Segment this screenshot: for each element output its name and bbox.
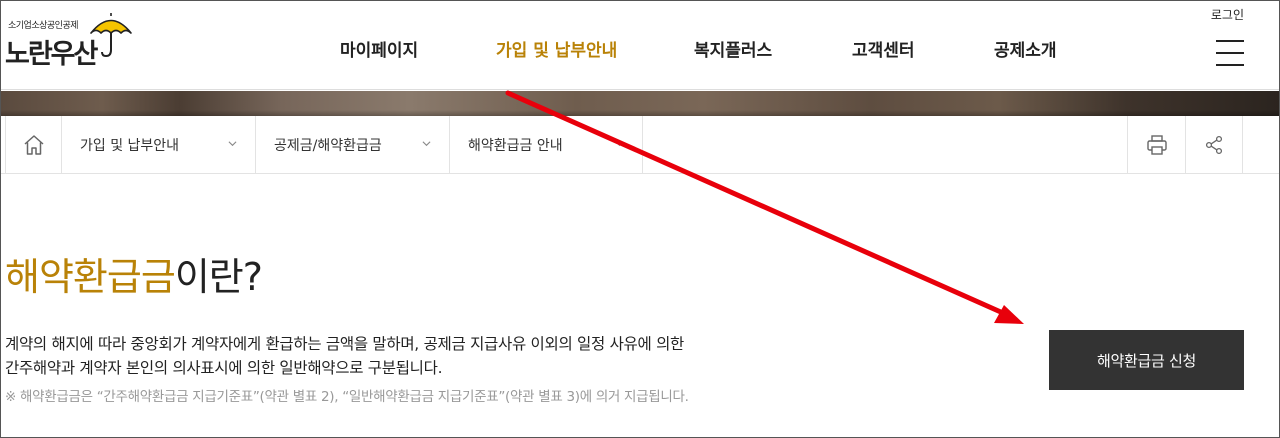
breadcrumb-label: 해약환급금 안내 [468,138,563,154]
breadcrumb: 가입 및 납부안내 공제금/해약환급금 해약환급금 안내 [0,116,1280,174]
nav-mypage[interactable]: 마이페이지 [340,36,418,61]
logo-title: 노란우산 [5,39,98,70]
site-logo[interactable]: 소기업소상공인공제 노란우산 [5,12,132,72]
page-title-rest: 이란? [174,255,263,299]
share-button[interactable] [1185,116,1243,174]
breadcrumb-item-refund-guide[interactable]: 해약환급금 안내 [450,116,643,174]
breadcrumb-label: 가입 및 납부안내 [80,138,180,154]
nav-about[interactable]: 공제소개 [994,36,1057,61]
breadcrumb-item-join-payment[interactable]: 가입 및 납부안내 [62,116,256,174]
print-button[interactable] [1127,116,1185,174]
footnote-text: ※ 해약환급금은 “간주해약환급금 지급기준표”(약관 별표 2), “일반해약… [5,389,689,405]
home-icon [24,135,43,155]
page-title: 해약환급금이란? [5,246,263,301]
umbrella-icon [90,13,132,58]
description-text: 계약의 해지에 따라 중앙회가 계약자에게 환급하는 금액을 말하며, 공제금 … [5,332,684,380]
description-line-1: 계약의 해지에 따라 중앙회가 계약자에게 환급하는 금액을 말하며, 공제금 … [5,335,685,353]
breadcrumb-item-benefit-refund[interactable]: 공제금/해약환급금 [256,116,450,174]
site-header: 소기업소상공인공제 노란우산 마이페이지 가입 및 납부안내 복지플러스 고객센… [0,0,1280,90]
chevron-down-icon [422,141,431,147]
nav-customer-center[interactable]: 고객센터 [852,36,915,61]
description-line-2: 간주해약과 계약자 본인의 의사표시에 의한 일반해약으로 구분됩니다. [5,359,443,377]
logo-subtitle: 소기업소상공인공제 [8,21,79,31]
chevron-down-icon [228,141,237,147]
nav-join-payment[interactable]: 가입 및 납부안내 [496,36,617,61]
share-icon [1205,135,1223,155]
page-title-highlight: 해약환급금 [5,255,176,299]
chevron-down-icon [615,141,624,147]
print-icon [1146,135,1167,155]
login-link[interactable]: 로그인 [1211,6,1244,23]
apply-refund-button[interactable]: 해약환급금 신청 [1049,330,1244,390]
hero-banner-image [0,91,1280,116]
hamburger-icon[interactable] [1216,40,1244,66]
breadcrumb-label: 공제금/해약환급금 [274,138,382,154]
home-button[interactable] [5,116,62,174]
nav-welfare-plus[interactable]: 복지플러스 [694,36,772,61]
